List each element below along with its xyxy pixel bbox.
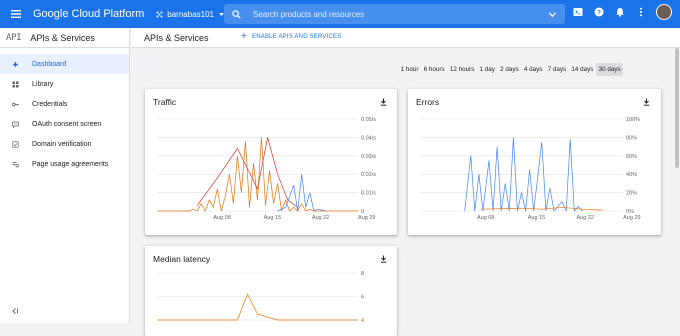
sidebar-header: API APIs & Services [0, 28, 129, 48]
more-icon[interactable] [635, 6, 647, 18]
top-actions: ? [572, 4, 672, 20]
sidebar-item-label: Domain verification [32, 140, 92, 148]
sidebar-item-page-usage[interactable]: Page usage agreements [0, 154, 129, 174]
agreements-icon [12, 161, 19, 168]
product-brand[interactable]: Google Cloud Platform [33, 8, 144, 20]
cloud-shell-icon[interactable] [572, 6, 584, 18]
sidebar-item-label: OAuth consent screen [32, 120, 102, 128]
project-name: barnabas101 [167, 9, 214, 19]
y-tick-label: 80% [626, 135, 637, 141]
series-line-0 [157, 293, 358, 321]
y-tick-label: 0.03/s [361, 154, 376, 160]
y-tick-label: 0.04/s [361, 135, 376, 141]
x-tick-label: Aug 29 [623, 215, 640, 221]
dashboard-icon [12, 61, 19, 68]
y-tick-label: 8 [361, 271, 364, 277]
notifications-icon[interactable] [614, 6, 626, 18]
y-tick-label: 0.05/s [361, 117, 376, 123]
help-icon[interactable]: ? [593, 6, 605, 18]
x-tick-label: Aug 08 [213, 215, 230, 221]
traffic-chart: 0.05/s0.04/s0.03/s0.02/s0.01/s0Aug 08 Aug… [157, 117, 376, 221]
sidebar-item-oauth-consent[interactable]: OAuth consent screen [0, 114, 129, 134]
sidebar-item-label: Dashboard [32, 60, 67, 68]
y-tick-label: 6 [361, 295, 364, 301]
page-scrollbar[interactable] [675, 48, 679, 168]
sidebar-item-credentials[interactable]: Credentials [0, 94, 129, 114]
enable-apis-label: ENABLE APIS AND SERVICES [252, 34, 342, 40]
project-selector[interactable]: barnabas101 [156, 10, 225, 19]
y-tick-label: 0.01/s [361, 191, 376, 197]
series-line-1 [480, 206, 603, 211]
x-tick-label: Aug 15 [528, 215, 545, 221]
range-1-hour[interactable]: 1 hour [398, 63, 421, 76]
range-4-days[interactable]: 4 days [521, 63, 545, 76]
page-header: APIs & Services + ENABLE APIS AND SERVIC… [131, 28, 680, 48]
sidebar-item-domain-verification[interactable]: Domain verification [0, 134, 129, 154]
range-2-days[interactable]: 2 days [498, 63, 522, 76]
range-1-day[interactable]: 1 day [477, 63, 498, 76]
library-icon [12, 81, 19, 88]
consent-icon [12, 121, 19, 128]
avatar[interactable] [656, 4, 672, 20]
collapse-sidebar-icon[interactable] [11, 307, 19, 315]
errors-card: Errors 100% 80% 60% 40% 20% 0% Aug 08 Aug 15 Aug… [408, 89, 661, 235]
sidebar-item-label: Page usage agreements [32, 160, 109, 168]
domain-icon [12, 140, 19, 148]
y-tick-label: 4 [361, 318, 364, 324]
sidebar-item-label: Library [32, 80, 54, 88]
sidebar-item-library[interactable]: Library [0, 74, 129, 94]
y-tick-label: 60% [626, 154, 637, 160]
api-badge-icon: API [6, 32, 22, 43]
x-tick-label: Aug 29 [358, 215, 375, 221]
key-icon [12, 101, 19, 108]
enable-apis-button[interactable]: + ENABLE APIS AND SERVICES [241, 31, 342, 42]
range-14-days[interactable]: 14 days [569, 63, 596, 76]
search-input[interactable] [253, 9, 536, 19]
range-30-days[interactable]: 30 days [596, 63, 624, 76]
search-bar[interactable] [224, 4, 565, 24]
expand-icon[interactable] [548, 10, 557, 19]
menu-icon[interactable] [2, 0, 30, 28]
x-tick-label: Aug 22 [312, 215, 329, 221]
sidebar-item-label: Credentials [32, 100, 68, 108]
y-tick-label: 20% [626, 191, 637, 197]
x-tick-label: Aug 15 [264, 215, 281, 221]
sidebar-title: APIs & Services [30, 32, 95, 43]
errors-chart: 100%80%60%40%20%0%Aug 08 Aug 15 Aug 22 Aug … [420, 117, 641, 221]
range-12-hours[interactable]: 12 hours [447, 63, 477, 76]
project-dots-icon [156, 11, 163, 17]
search-icon [232, 9, 241, 19]
plus-icon: + [241, 31, 248, 42]
x-tick-label: Aug 08 [477, 215, 494, 221]
top-app-bar: Google Cloud Platform barnabas101 ? [0, 0, 680, 28]
svg-text:?: ? [597, 9, 601, 16]
sidebar-item-dashboard[interactable]: Dashboard [0, 54, 129, 74]
page-title: APIs & Services [144, 32, 209, 43]
y-tick-label: 100% [626, 117, 640, 123]
time-range-selector: 1 hour 6 hours 12 hours 1 day 2 days 4 d… [398, 63, 624, 76]
range-6-hours[interactable]: 6 hours [421, 63, 447, 76]
y-tick-label: 40% [626, 172, 637, 178]
traffic-card: Traffic 0.05/s 0.04/s 0.03/s 0.02/s 0.01/s 0 A… [145, 89, 397, 235]
range-7-days[interactable]: 7 days [545, 63, 569, 76]
x-tick-label: Aug 22 [576, 215, 593, 221]
y-tick-label: 0.02/s [361, 172, 376, 178]
sidebar: API APIs & Services Dashboard Library Cr… [0, 28, 130, 323]
